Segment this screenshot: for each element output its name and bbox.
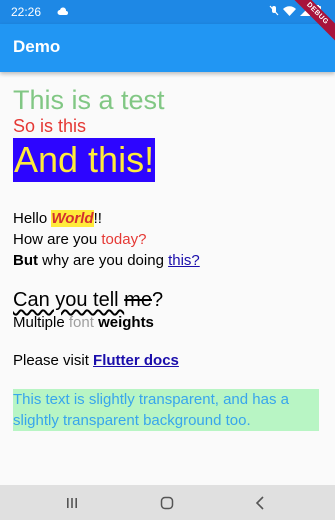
but-text: But (13, 252, 38, 269)
but-why-line: But why are you doing this? (13, 250, 323, 271)
recents-icon[interactable] (66, 497, 78, 509)
content-area: This is a test So is this And this! Hell… (13, 85, 323, 431)
hello-text: Hello (13, 210, 52, 227)
home-icon[interactable] (160, 496, 174, 510)
status-bar: 22:26 (0, 0, 335, 24)
weights-line: Multiple font weights (13, 313, 323, 333)
how-are-you-text: How are you (13, 231, 102, 248)
test-heading: This is a test (13, 85, 165, 115)
red-subheading: So is this (13, 116, 87, 136)
visit-text: Please visit (13, 352, 94, 369)
app-bar: Demo (0, 24, 335, 72)
why-text: why are you doing (38, 252, 169, 269)
today-text: today? (101, 231, 147, 248)
mute-icon (269, 5, 279, 16)
highlighted-heading: And this! (13, 138, 156, 182)
back-icon[interactable] (255, 496, 265, 510)
weights-bold-text: weights (98, 314, 154, 331)
status-time: 22:26 (11, 5, 42, 19)
multiple-text: Multiple (13, 314, 69, 331)
cloud-icon (57, 7, 68, 15)
rich-text-block: Hello World!! How are you today? But why… (13, 208, 323, 271)
strike-me-text: me (124, 289, 152, 311)
how-are-you-line: How are you today? (13, 229, 323, 250)
font-light-text: font (68, 314, 94, 331)
system-nav-bar (0, 485, 335, 520)
exclaim-text: !! (93, 210, 102, 227)
visit-line: Please visit Flutter docs (13, 351, 323, 371)
flutter-docs-link[interactable]: Flutter docs (93, 352, 179, 369)
hello-line: Hello World!! (13, 208, 323, 229)
wifi-icon (283, 5, 296, 16)
can-you-tell-text: Can you tell (13, 289, 125, 311)
question-mark: ? (151, 289, 164, 311)
can-you-tell-line: Can you tell me? (13, 287, 323, 313)
this-link[interactable]: this? (168, 252, 200, 269)
world-emphasis: World (51, 210, 94, 227)
transparent-text: This text is slightly transparent, and h… (13, 389, 319, 431)
app-title: Demo (13, 37, 61, 56)
